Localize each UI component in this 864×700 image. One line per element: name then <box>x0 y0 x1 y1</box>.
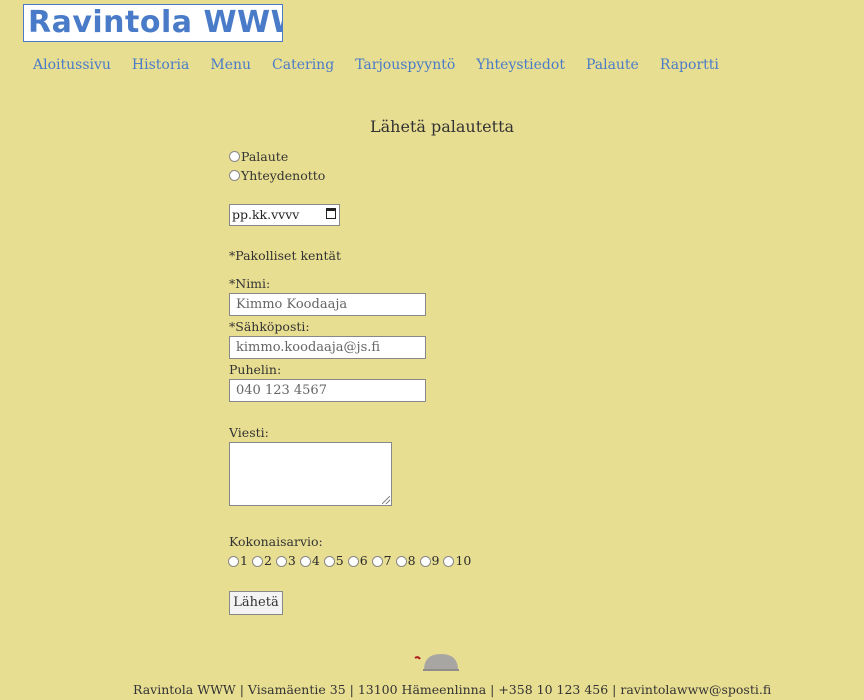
nav-item-catering[interactable]: Catering <box>272 57 334 73</box>
name-field[interactable]: Kimmo Koodaaja <box>229 293 426 316</box>
rating-value: 9 <box>431 553 440 568</box>
nav-item-tarjouspyynto[interactable]: Tarjouspyyntö <box>355 57 455 73</box>
rating-option-5[interactable]: 5 <box>323 553 344 568</box>
radio-button[interactable] <box>251 556 263 567</box>
site-logo[interactable]: Ravintola WWW <box>23 4 283 42</box>
message-textarea[interactable] <box>229 442 392 506</box>
rating-option-2[interactable]: 2 <box>251 553 272 568</box>
rating-value: 2 <box>263 553 272 568</box>
rating-value: 7 <box>383 553 392 568</box>
rating-option-7[interactable]: 7 <box>371 553 392 568</box>
rating-value: 4 <box>311 553 320 568</box>
date-input[interactable]: pp.kk.vvvv <box>229 204 340 226</box>
radio-button[interactable] <box>395 556 407 567</box>
rating-value: 6 <box>359 553 368 568</box>
nav-item-yhteystiedot[interactable]: Yhteystiedot <box>476 57 565 73</box>
radio-button[interactable] <box>229 151 240 162</box>
rating-label: Kokonaisarvio: <box>229 534 323 549</box>
radio-button[interactable] <box>419 556 431 567</box>
radio-button[interactable] <box>443 556 455 567</box>
rating-value: 1 <box>240 553 248 568</box>
radio-button[interactable] <box>347 556 359 567</box>
rating-value: 10 <box>455 553 472 568</box>
type-option-palaute[interactable]: Palaute <box>229 146 288 165</box>
rating-value: 8 <box>407 553 416 568</box>
nav-item-palaute[interactable]: Palaute <box>586 57 639 73</box>
calendar-icon[interactable] <box>326 208 336 219</box>
main-nav: Aloitussivu Historia Menu Catering Tarjouspy… <box>33 57 740 73</box>
message-label: Viesti: <box>229 425 269 440</box>
rating-value: 3 <box>287 553 296 568</box>
radio-button[interactable] <box>275 556 287 567</box>
rating-option-10[interactable]: 10 <box>443 553 471 568</box>
radio-button[interactable] <box>323 556 335 567</box>
type-option-label: Palaute <box>241 149 289 164</box>
footer-text: Ravintola WWW | Visamäentie 35 | 13100 H… <box>133 682 772 697</box>
email-field[interactable]: kimmo.koodaaja@js.fi <box>229 336 426 359</box>
radio-button[interactable] <box>228 556 239 567</box>
resize-handle-icon[interactable] <box>382 496 390 504</box>
submit-button[interactable]: Lähetä <box>229 591 283 615</box>
phone-label: Puhelin: <box>229 362 282 377</box>
nav-item-raportti[interactable]: Raportti <box>660 57 719 73</box>
name-label: *Nimi: <box>229 276 271 291</box>
rating-value: 5 <box>335 553 344 568</box>
rating-options: 1 2 3 4 5 6 7 8 9 10 <box>228 553 471 568</box>
rating-option-8[interactable]: 8 <box>395 553 416 568</box>
rating-option-9[interactable]: 9 <box>419 553 440 568</box>
rating-option-6[interactable]: 6 <box>347 553 368 568</box>
required-note: *Pakolliset kentät <box>229 248 341 263</box>
phone-field[interactable]: 040 123 4567 <box>229 379 426 402</box>
rating-option-4[interactable]: 4 <box>299 553 320 568</box>
radio-button[interactable] <box>229 170 240 181</box>
nav-item-historia[interactable]: Historia <box>132 57 189 73</box>
type-option-label: Yhteydenotto <box>241 168 326 183</box>
radio-button[interactable] <box>371 556 383 567</box>
rating-option-3[interactable]: 3 <box>275 553 296 568</box>
nav-item-menu[interactable]: Menu <box>210 57 251 73</box>
radio-button[interactable] <box>299 556 311 567</box>
nav-item-aloitussivu[interactable]: Aloitussivu <box>33 57 111 73</box>
email-label: *Sähköposti: <box>229 319 310 334</box>
form-title: Lähetä palautetta <box>370 117 515 136</box>
date-placeholder: pp.kk.vvvv <box>232 207 300 222</box>
cloche-icon <box>414 654 459 671</box>
type-option-yhteydenotto[interactable]: Yhteydenotto <box>229 165 325 184</box>
rating-option-1[interactable]: 1 <box>228 553 248 568</box>
